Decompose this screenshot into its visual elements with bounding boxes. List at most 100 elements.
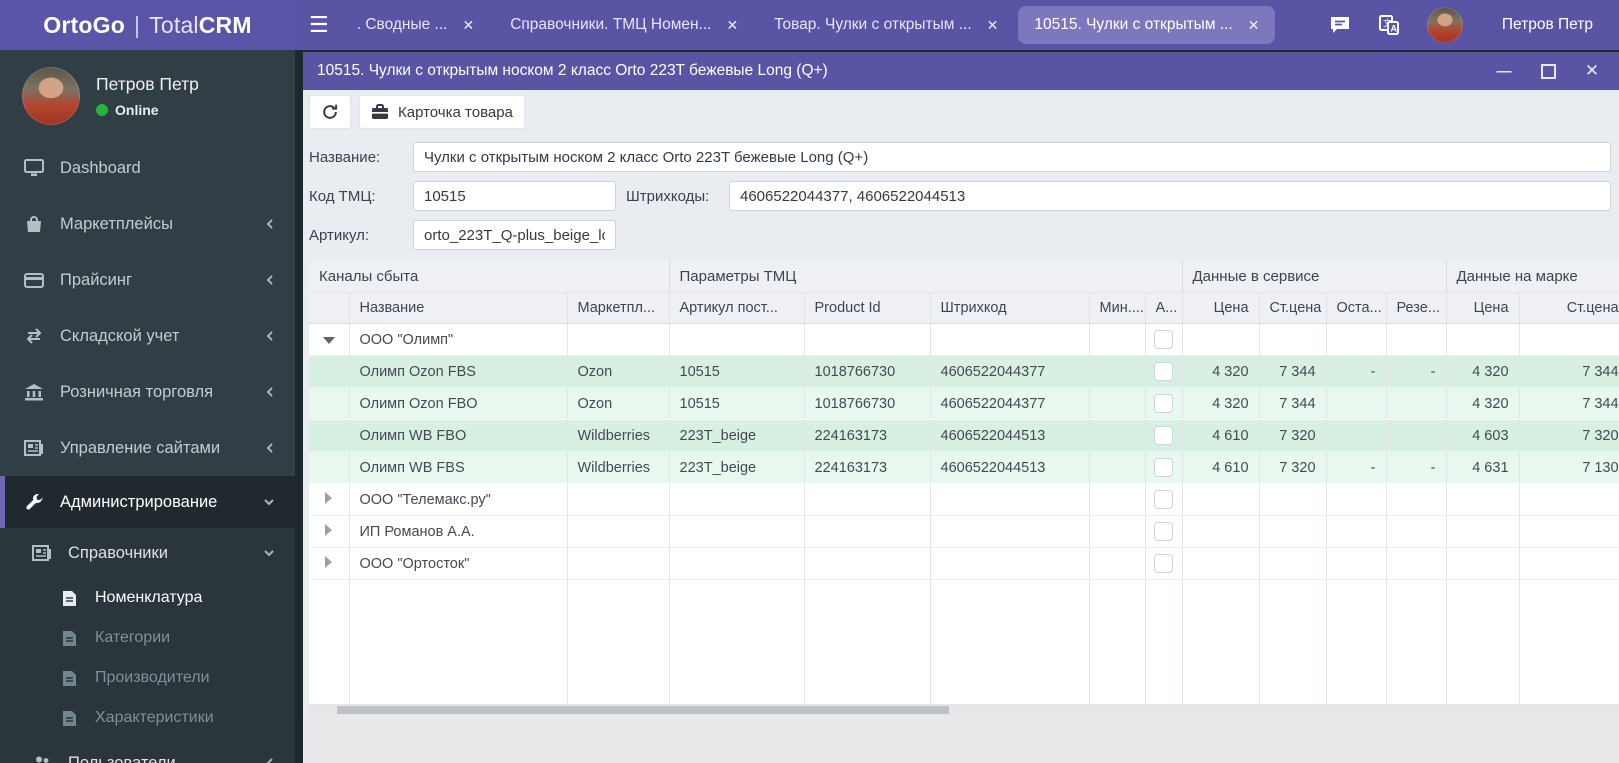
- sidebar-item-categories[interactable]: Категории: [0, 618, 295, 658]
- sidebar-item-pricing[interactable]: Прайсинг: [0, 252, 295, 308]
- col-product-id[interactable]: Product Id: [804, 292, 931, 324]
- close-icon[interactable]: ✕: [462, 17, 474, 34]
- administration-submenu: Справочники Номенклатура Категории Произ…: [0, 528, 295, 763]
- tab-directories-tmc[interactable]: Справочники. ТМЦ Номен... ✕: [494, 6, 754, 44]
- cell-marketplace: Ozon: [567, 387, 670, 420]
- cell-old-price: 7 344: [1259, 387, 1327, 420]
- cell-name: ООО "Телемакс.ру": [349, 483, 568, 516]
- active-checkbox[interactable]: [1154, 426, 1174, 445]
- col-name[interactable]: Название: [349, 292, 568, 324]
- name-input[interactable]: [413, 142, 1611, 172]
- expand-icon[interactable]: [325, 555, 333, 568]
- close-icon[interactable]: ✕: [726, 17, 738, 34]
- cell-product-id: 224163173: [804, 451, 931, 484]
- cell-reserve: [1386, 419, 1447, 452]
- active-checkbox[interactable]: [1154, 490, 1174, 509]
- maximize-icon[interactable]: [1539, 62, 1557, 80]
- exchange-icon: [23, 328, 45, 344]
- logo-divider: |: [133, 11, 141, 38]
- sku-input[interactable]: [413, 220, 616, 250]
- active-checkbox[interactable]: [1154, 394, 1174, 413]
- sidebar-item-directories[interactable]: Справочники: [0, 528, 295, 578]
- collapse-icon[interactable]: [322, 336, 335, 344]
- col-old-price[interactable]: Ст.цена: [1259, 292, 1327, 324]
- tab-product[interactable]: Товар. Чулки с открытым ... ✕: [758, 6, 1014, 44]
- col-barcode[interactable]: Штрихкод: [930, 292, 1090, 324]
- active-checkbox[interactable]: [1154, 330, 1174, 349]
- col-active[interactable]: А...: [1145, 292, 1183, 324]
- channel-row[interactable]: Олимп Ozon FBS Ozon 10515 1018766730 460…: [309, 355, 1619, 388]
- menu-icon[interactable]: ☰: [309, 14, 329, 36]
- sidebar-item-marketplaces[interactable]: Маркетплейсы: [0, 196, 295, 252]
- tab-summary[interactable]: . Сводные ... ✕: [341, 6, 490, 44]
- sidebar-item-characteristics[interactable]: Характеристики: [0, 698, 295, 738]
- online-status-label: Online: [115, 102, 159, 118]
- close-icon[interactable]: ✕: [1248, 17, 1260, 34]
- col-price[interactable]: Цена: [1182, 292, 1260, 324]
- cell-product-id: 1018766730: [804, 355, 931, 388]
- col-stock[interactable]: Оста...: [1326, 292, 1387, 324]
- channel-row[interactable]: Олимп WB FBO Wildberries 223T_beige 2241…: [309, 419, 1619, 452]
- barcodes-input[interactable]: [729, 181, 1611, 211]
- code-label: Код ТМЦ:: [309, 187, 376, 205]
- user-name: Петров Петр: [96, 74, 199, 94]
- sidebar-item-nomenclature[interactable]: Номенклатура: [0, 578, 295, 618]
- channel-row[interactable]: Олимп WB FBS Wildberries 223T_beige 2241…: [309, 451, 1619, 484]
- active-checkbox[interactable]: [1154, 554, 1174, 573]
- minimize-icon[interactable]: —: [1495, 62, 1513, 80]
- user-avatar[interactable]: [1426, 7, 1463, 43]
- col-mp-old-price[interactable]: Ст.цена: [1519, 292, 1619, 324]
- tab-product-card-active[interactable]: 10515. Чулки с открытым ... ✕: [1018, 6, 1276, 44]
- channel-group-row[interactable]: ИП Романов А.А.: [309, 515, 1619, 548]
- user-avatar[interactable]: [22, 67, 80, 125]
- col-mp-price[interactable]: Цена: [1446, 292, 1520, 324]
- scrollbar-thumb[interactable]: [337, 706, 949, 714]
- active-checkbox[interactable]: [1154, 362, 1174, 381]
- channel-row[interactable]: Олимп Ozon FBO Ozon 10515 1018766730 460…: [309, 387, 1619, 420]
- sidebar-nav: Dashboard Маркетплейсы Прайсинг Складско…: [0, 140, 295, 763]
- cell-barcode: 4606522044513: [930, 451, 1090, 484]
- cell-price: 4 320: [1182, 355, 1260, 388]
- group-tmc-params: Параметры ТМЦ: [669, 260, 1183, 293]
- shopping-bag-icon: [23, 215, 45, 234]
- expand-icon[interactable]: [325, 491, 333, 504]
- refresh-button[interactable]: [309, 95, 351, 129]
- sidebar-item-warehouse[interactable]: Складской учет: [0, 308, 295, 364]
- active-checkbox[interactable]: [1154, 522, 1174, 541]
- cell-name: Олимп WB FBS: [349, 451, 568, 484]
- sidebar-item-manufacturers[interactable]: Производители: [0, 658, 295, 698]
- sidebar-item-site-management[interactable]: Управление сайтами: [0, 420, 295, 476]
- channel-group-row[interactable]: ООО "Ортосток": [309, 547, 1619, 580]
- product-card-button[interactable]: Карточка товара: [359, 95, 525, 129]
- sidebar-item-users[interactable]: Пользователи: [0, 738, 295, 763]
- col-supplier-sku[interactable]: Артикул пост...: [669, 292, 805, 324]
- channel-group-row[interactable]: ООО "Олимп": [309, 323, 1619, 356]
- horizontal-scrollbar[interactable]: [309, 704, 1619, 716]
- active-checkbox[interactable]: [1154, 458, 1174, 477]
- window-titlebar: 10515. Чулки с открытым носком 2 класс O…: [303, 52, 1619, 90]
- window-toolbar: Карточка товара: [303, 90, 1619, 134]
- sidebar-item-retail[interactable]: Розничная торговля: [0, 364, 295, 420]
- expand-icon[interactable]: [325, 523, 333, 536]
- chevron-down-icon: [263, 548, 275, 558]
- cell-min: [1089, 419, 1146, 452]
- cell-reserve: [1386, 387, 1447, 420]
- cell-mp-price: 4 603: [1446, 419, 1520, 452]
- close-icon[interactable]: ✕: [1583, 61, 1601, 80]
- cell-barcode: 4606522044377: [930, 387, 1090, 420]
- translate-icon[interactable]: 文A: [1378, 14, 1400, 36]
- code-input[interactable]: [413, 181, 616, 211]
- col-marketplace[interactable]: Маркетпл...: [567, 292, 670, 324]
- chevron-left-icon: [265, 757, 275, 763]
- cell-old-price: 7 344: [1259, 355, 1327, 388]
- close-icon[interactable]: ✕: [987, 17, 999, 34]
- sidebar-item-administration[interactable]: Администрирование: [0, 476, 295, 528]
- sidebar-item-dashboard[interactable]: Dashboard: [0, 140, 295, 196]
- channel-group-row[interactable]: ООО "Телемакс.ру": [309, 483, 1619, 516]
- newspaper-icon: [23, 440, 45, 456]
- col-reserve[interactable]: Резе...: [1386, 292, 1447, 324]
- cell-name: ООО "Олимп": [349, 323, 568, 356]
- cell-stock: [1326, 419, 1387, 452]
- col-min[interactable]: Мин....: [1089, 292, 1146, 324]
- chat-icon[interactable]: [1329, 15, 1351, 35]
